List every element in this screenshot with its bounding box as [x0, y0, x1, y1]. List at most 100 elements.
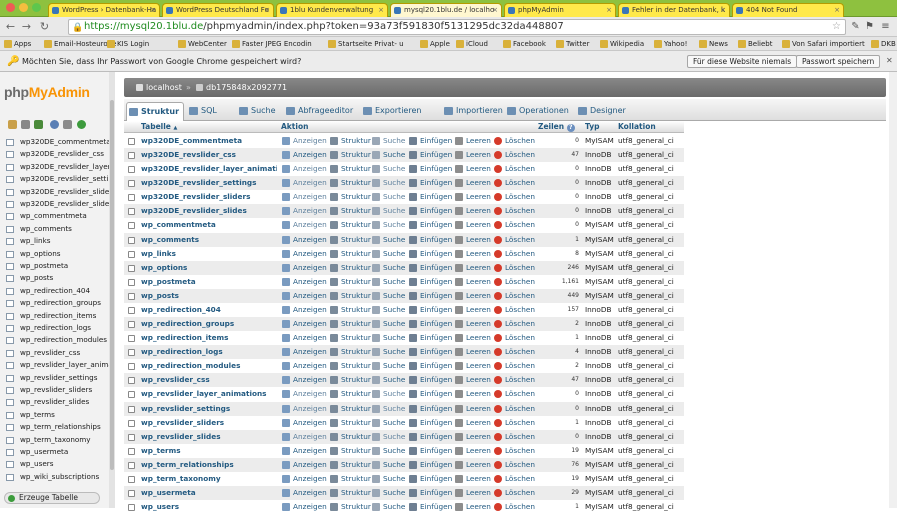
structure-action[interactable]: Struktur: [330, 247, 371, 261]
drop-action[interactable]: Löschen: [494, 486, 535, 500]
browse-action[interactable]: Anzeigen: [282, 444, 327, 458]
browse-action[interactable]: Anzeigen: [282, 387, 327, 401]
bookmark-item[interactable]: KIS Login: [107, 39, 149, 49]
empty-action[interactable]: Leeren: [455, 359, 491, 373]
insert-action[interactable]: Einfügen: [409, 317, 452, 331]
drop-action[interactable]: Löschen: [494, 500, 535, 514]
tab-sql[interactable]: SQL: [187, 102, 217, 121]
empty-action[interactable]: Leeren: [455, 176, 491, 190]
logout-icon[interactable]: [21, 120, 30, 129]
search-action[interactable]: Suche: [372, 303, 405, 317]
sidebar-table-item[interactable]: wp_commentmeta: [6, 210, 110, 222]
browse-action[interactable]: Anzeigen: [282, 218, 327, 232]
insert-action[interactable]: Einfügen: [409, 204, 452, 218]
structure-action[interactable]: Struktur: [330, 359, 371, 373]
insert-action[interactable]: Einfügen: [409, 134, 452, 148]
drop-action[interactable]: Löschen: [494, 373, 535, 387]
reload-icon[interactable]: [77, 120, 86, 129]
empty-action[interactable]: Leeren: [455, 387, 491, 401]
sidebar-table-item[interactable]: wp_redirection_modules: [6, 334, 110, 346]
browse-action[interactable]: Anzeigen: [282, 275, 327, 289]
drop-action[interactable]: Löschen: [494, 317, 535, 331]
structure-action[interactable]: Struktur: [330, 204, 371, 218]
page-scrollbar[interactable]: [889, 72, 897, 508]
close-tab-icon[interactable]: ×: [606, 4, 612, 16]
bookmark-item[interactable]: Beliebt: [738, 39, 773, 49]
structure-action[interactable]: Struktur: [330, 176, 371, 190]
drop-action[interactable]: Löschen: [494, 261, 535, 275]
structure-action[interactable]: Struktur: [330, 190, 371, 204]
table-name-link[interactable]: wp_revslider_sliders: [141, 416, 277, 430]
settings-icon[interactable]: [63, 120, 72, 129]
sidebar-table-item[interactable]: wp_revslider_layer_anima: [6, 359, 110, 371]
phpmyadmin-logo[interactable]: phpMyAdmin: [4, 84, 90, 100]
insert-action[interactable]: Einfügen: [409, 430, 452, 444]
insert-action[interactable]: Einfügen: [409, 218, 452, 232]
search-action[interactable]: Suche: [372, 233, 405, 247]
table-name-link[interactable]: wp320DE_revslider_css: [141, 148, 277, 162]
search-action[interactable]: Suche: [372, 289, 405, 303]
empty-action[interactable]: Leeren: [455, 190, 491, 204]
menu-icon[interactable]: ≡: [880, 21, 891, 32]
drop-action[interactable]: Löschen: [494, 247, 535, 261]
drop-action[interactable]: Löschen: [494, 402, 535, 416]
row-checkbox[interactable]: [128, 292, 135, 300]
browse-action[interactable]: Anzeigen: [282, 303, 327, 317]
tab-export[interactable]: Exportieren: [361, 102, 421, 121]
close-tab-icon[interactable]: ×: [834, 4, 840, 16]
structure-action[interactable]: Struktur: [330, 233, 371, 247]
row-checkbox[interactable]: [128, 419, 135, 427]
search-action[interactable]: Suche: [372, 190, 405, 204]
browse-action[interactable]: Anzeigen: [282, 331, 327, 345]
row-checkbox[interactable]: [128, 152, 135, 160]
insert-action[interactable]: Einfügen: [409, 261, 452, 275]
browse-action[interactable]: Anzeigen: [282, 233, 327, 247]
browse-action[interactable]: Anzeigen: [282, 190, 327, 204]
empty-action[interactable]: Leeren: [455, 416, 491, 430]
row-checkbox[interactable]: [128, 264, 135, 272]
bookmark-item[interactable]: Apps: [4, 39, 31, 49]
search-action[interactable]: Suche: [372, 373, 405, 387]
table-name-link[interactable]: wp_term_taxonomy: [141, 472, 277, 486]
structure-action[interactable]: Struktur: [330, 218, 371, 232]
search-action[interactable]: Suche: [372, 430, 405, 444]
structure-action[interactable]: Struktur: [330, 373, 371, 387]
row-checkbox[interactable]: [128, 349, 135, 357]
close-icon[interactable]: ✕: [886, 56, 893, 65]
breadcrumb-server[interactable]: localhost: [136, 78, 182, 97]
search-action[interactable]: Suche: [372, 359, 405, 373]
row-checkbox[interactable]: [128, 475, 135, 483]
insert-action[interactable]: Einfügen: [409, 176, 452, 190]
table-name-link[interactable]: wp_users: [141, 500, 277, 514]
structure-action[interactable]: Struktur: [330, 148, 371, 162]
close-tab-icon[interactable]: ×: [150, 4, 156, 16]
tab-search[interactable]: Suche: [237, 102, 276, 121]
reload-icon[interactable]: ↻: [38, 20, 51, 33]
browse-action[interactable]: Anzeigen: [282, 204, 327, 218]
insert-action[interactable]: Einfügen: [409, 472, 452, 486]
never-for-site-button[interactable]: Für diese Website niemals: [687, 55, 798, 68]
row-checkbox[interactable]: [128, 363, 135, 371]
insert-action[interactable]: Einfügen: [409, 233, 452, 247]
extension-icon[interactable]: ⚑: [864, 21, 875, 32]
empty-action[interactable]: Leeren: [455, 247, 491, 261]
search-action[interactable]: Suche: [372, 500, 405, 514]
structure-action[interactable]: Struktur: [330, 134, 371, 148]
drop-action[interactable]: Löschen: [494, 148, 535, 162]
insert-action[interactable]: Einfügen: [409, 402, 452, 416]
drop-action[interactable]: Löschen: [494, 458, 535, 472]
browser-tab[interactable]: Fehler in der Datenbank, k ×: [618, 3, 730, 17]
drop-action[interactable]: Löschen: [494, 218, 535, 232]
browse-action[interactable]: Anzeigen: [282, 402, 327, 416]
insert-action[interactable]: Einfügen: [409, 486, 452, 500]
drop-action[interactable]: Löschen: [494, 289, 535, 303]
drop-action[interactable]: Löschen: [494, 233, 535, 247]
empty-action[interactable]: Leeren: [455, 218, 491, 232]
empty-action[interactable]: Leeren: [455, 204, 491, 218]
insert-action[interactable]: Einfügen: [409, 359, 452, 373]
sidebar-table-item[interactable]: wp320DE_revslider_css: [6, 148, 110, 160]
empty-action[interactable]: Leeren: [455, 233, 491, 247]
column-header-rows[interactable]: Zeilen ?: [538, 121, 575, 133]
extension-icon[interactable]: ✎: [850, 21, 861, 32]
structure-action[interactable]: Struktur: [330, 162, 371, 176]
